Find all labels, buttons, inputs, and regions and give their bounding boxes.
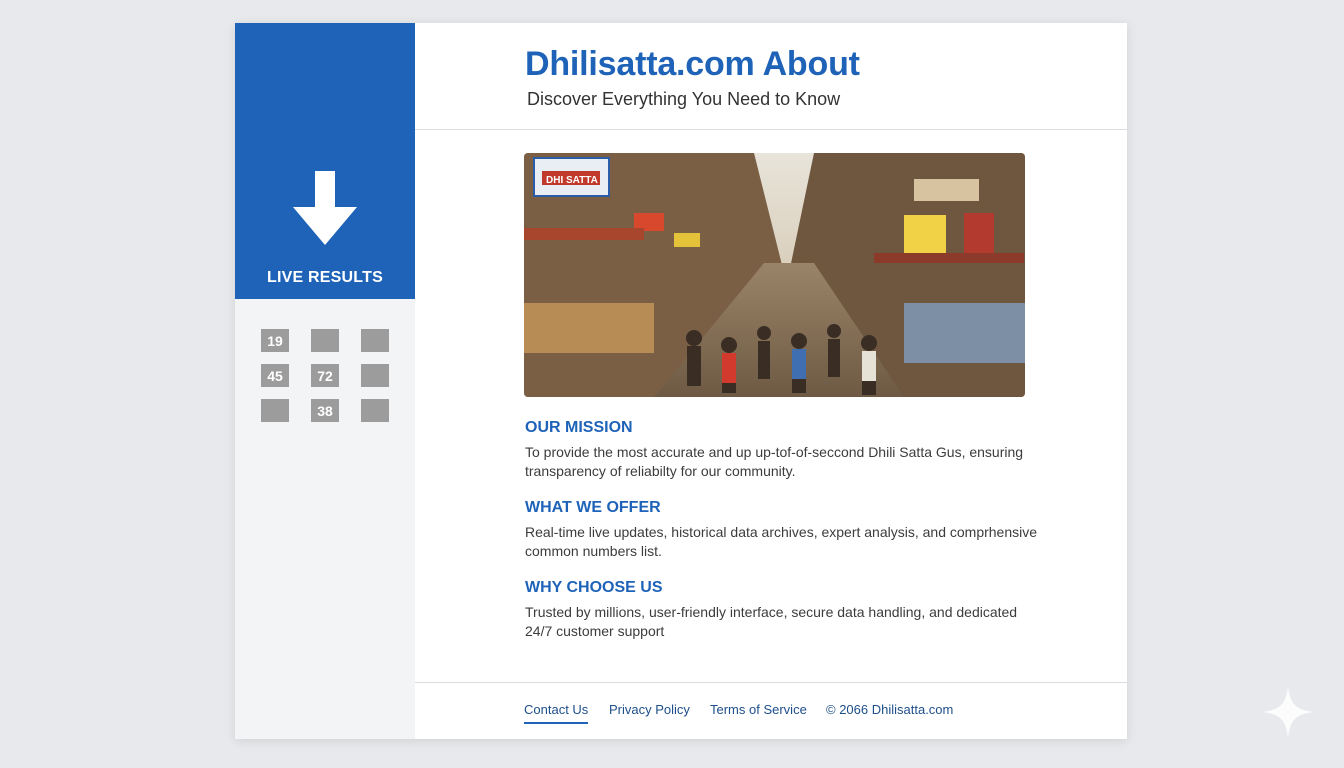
download-arrow-icon [293,171,357,245]
sidebar: LIVE RESULTS 19 45 72 38 [235,23,415,739]
shop-sign-text: DHI SATTA [546,175,598,186]
section-body: Real-time live updates, historical data … [525,524,1038,559]
number-cell: 38 [311,399,339,422]
section-heading: OUR MISSION [525,419,633,436]
section-body: To provide the most accurate and up up-t… [525,444,1024,479]
footer: Contact Us Privacy Policy Terms of Servi… [415,682,1127,739]
number-cell: 45 [261,364,289,387]
number-cell: 72 [311,364,339,387]
privacy-link[interactable]: Privacy Policy [609,702,690,717]
live-results-panel[interactable]: LIVE RESULTS [235,23,415,299]
section-body: Trusted by millions, user-friendly inter… [525,604,1018,639]
page-subtitle: Discover Everything You Need to Know [527,89,841,109]
page-title: Dhilisatta.com About [525,45,860,83]
contact-link[interactable]: Contact Us [524,702,589,724]
section-heading: WHAT WE OFFER [525,499,661,516]
sparkle-icon [1262,686,1314,738]
terms-link[interactable]: Terms of Service [710,702,807,717]
market-street-image: DHI SATTA [524,153,1025,397]
number-cell [361,399,389,422]
number-cell [261,399,289,422]
offer-section: WHAT WE OFFER Real-time live updates, hi… [525,499,1045,561]
mission-section: OUR MISSION To provide the most accurate… [525,419,1045,481]
section-heading: WHY CHOOSE US [525,579,663,596]
copyright-text: © 2066 Dhilisatta.com [826,702,954,717]
page-header: Dhilisatta.com About Discover Everything… [415,23,1127,130]
about-card: LIVE RESULTS 19 45 72 38 Dhilisatta.com … [235,23,1127,739]
number-cell [311,329,339,352]
main-content: Dhilisatta.com About Discover Everything… [415,23,1127,739]
why-section: WHY CHOOSE US Trusted by millions, user-… [525,579,1045,641]
number-cell: 19 [261,329,289,352]
number-cell [361,329,389,352]
market-street-illustration: DHI SATTA [524,153,1025,397]
live-results-label: LIVE RESULTS [267,269,383,286]
number-cell [361,364,389,387]
